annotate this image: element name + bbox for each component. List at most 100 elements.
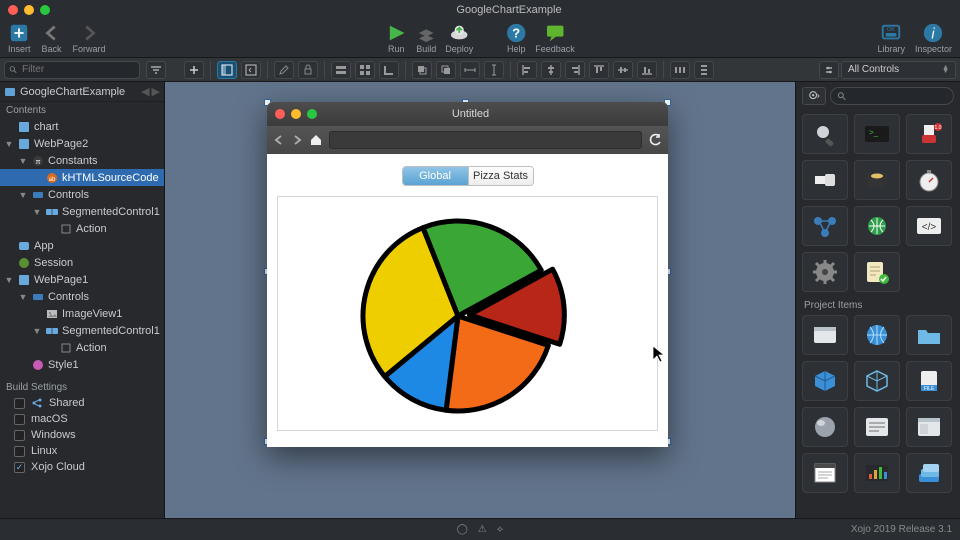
- feedback-button[interactable]: Feedback: [535, 22, 575, 55]
- tree-item-action[interactable]: Action: [0, 339, 164, 356]
- checkbox[interactable]: [14, 414, 25, 425]
- deploy-button[interactable]: Deploy: [445, 22, 473, 55]
- align-top-button[interactable]: [589, 61, 609, 79]
- back-button[interactable]: Back: [41, 22, 63, 55]
- library-search[interactable]: [830, 87, 954, 105]
- disclosure-icon[interactable]: ▼: [18, 292, 28, 302]
- disclosure-icon[interactable]: ▼: [18, 156, 28, 166]
- zoom-icon[interactable]: [307, 109, 317, 119]
- inspector-settings-button[interactable]: [819, 61, 839, 79]
- tree-item-action[interactable]: Action: [0, 220, 164, 237]
- tree-item-segmentedcontrol1[interactable]: ▼SegmentedControl1: [0, 322, 164, 339]
- minimize-icon[interactable]: [24, 5, 34, 15]
- library-item-cube-wire[interactable]: [854, 361, 900, 401]
- layout-grid-button[interactable]: [355, 61, 375, 79]
- checkbox[interactable]: [14, 398, 25, 409]
- checkbox[interactable]: [14, 462, 25, 473]
- align-right-button[interactable]: [565, 61, 585, 79]
- library-item-stopwatch[interactable]: [906, 160, 952, 200]
- layout-rows-button[interactable]: [331, 61, 351, 79]
- tree-item-session[interactable]: Session: [0, 254, 164, 271]
- order-back-button[interactable]: [436, 61, 456, 79]
- address-bar[interactable]: [329, 131, 642, 149]
- tree-item-style1[interactable]: Style1: [0, 356, 164, 373]
- library-item-menu[interactable]: [906, 407, 952, 447]
- tree-item-khtmlsourcecode[interactable]: abkHTMLSourceCode: [0, 169, 164, 186]
- library-item-stack[interactable]: [906, 453, 952, 493]
- build-target-xojo-cloud[interactable]: Xojo Cloud: [0, 459, 164, 475]
- home-icon[interactable]: [309, 133, 323, 147]
- view-layout-button[interactable]: [217, 61, 237, 79]
- tree-item-webpage1[interactable]: ▼WebPage1: [0, 271, 164, 288]
- align-center-h-button[interactable]: [541, 61, 561, 79]
- project-header[interactable]: GoogleChartExample ◀▶: [0, 82, 164, 102]
- build-button[interactable]: Build: [415, 22, 437, 55]
- build-target-windows[interactable]: Windows: [0, 427, 164, 443]
- zoom-icon[interactable]: [40, 5, 50, 15]
- reload-icon[interactable]: [648, 133, 662, 147]
- disclosure-icon[interactable]: ▼: [4, 275, 14, 285]
- layout-corner-button[interactable]: [379, 61, 399, 79]
- forward-button[interactable]: Forward: [73, 22, 106, 55]
- library-item-folder[interactable]: [906, 315, 952, 355]
- close-icon[interactable]: [275, 109, 285, 119]
- segment-global[interactable]: Global: [403, 167, 468, 185]
- nav-back-icon[interactable]: [273, 134, 285, 146]
- tool-lock-button[interactable]: [298, 61, 318, 79]
- library-options-button[interactable]: [802, 87, 826, 105]
- insert-button[interactable]: Insert: [8, 22, 31, 55]
- nav-back-icon[interactable]: ◀: [141, 85, 149, 98]
- filter-input[interactable]: [22, 64, 135, 75]
- nav-fwd-icon[interactable]: ▶: [152, 85, 160, 98]
- preview-window[interactable]: Untitled Global Pizza Stats: [267, 102, 668, 447]
- view-code-button[interactable]: [241, 61, 261, 79]
- library-item-notepad-check[interactable]: [854, 252, 900, 292]
- tree-item-webpage2[interactable]: ▼WebPage2: [0, 135, 164, 152]
- space-v-button[interactable]: [694, 61, 714, 79]
- library-item-file-json[interactable]: FILE: [906, 361, 952, 401]
- library-item-share-nodes[interactable]: [802, 206, 848, 246]
- tree-item-controls[interactable]: ▼Controls: [0, 288, 164, 305]
- checkbox[interactable]: [14, 430, 25, 441]
- fill-height-button[interactable]: [484, 61, 504, 79]
- library-item-form[interactable]: [854, 407, 900, 447]
- nav-forward-icon[interactable]: [291, 134, 303, 146]
- inspector-button[interactable]: i Inspector: [915, 22, 952, 55]
- library-item-cube[interactable]: [802, 361, 848, 401]
- library-item-globe-arrows[interactable]: [854, 206, 900, 246]
- library-item-usb-plug[interactable]: 1.0: [906, 114, 952, 154]
- tree-item-imageview1[interactable]: ImageView1: [0, 305, 164, 322]
- library-item-globe[interactable]: [854, 315, 900, 355]
- checkbox[interactable]: [14, 446, 25, 457]
- add-button[interactable]: [184, 61, 204, 79]
- library-item-terminal[interactable]: >_: [854, 114, 900, 154]
- order-front-button[interactable]: [412, 61, 432, 79]
- help-button[interactable]: ? Help: [505, 22, 527, 55]
- tree-item-app[interactable]: App: [0, 237, 164, 254]
- build-target-macos[interactable]: macOS: [0, 411, 164, 427]
- filter-options-button[interactable]: [146, 61, 166, 79]
- library-item-gear-big[interactable]: [802, 252, 848, 292]
- build-target-linux[interactable]: Linux: [0, 443, 164, 459]
- library-item-chart[interactable]: [854, 453, 900, 493]
- library-item-report[interactable]: [802, 453, 848, 493]
- tree-item-controls[interactable]: ▼Controls: [0, 186, 164, 203]
- library-button[interactable]: OK Library: [877, 22, 905, 55]
- library-item-search-tool[interactable]: [802, 114, 848, 154]
- status-globe-icon[interactable]: ◯: [457, 524, 468, 535]
- project-filter[interactable]: [4, 61, 140, 79]
- segment-pizza-stats[interactable]: Pizza Stats: [468, 167, 533, 185]
- layout-canvas[interactable]: Untitled Global Pizza Stats: [165, 82, 795, 518]
- library-item-window-blank[interactable]: [802, 315, 848, 355]
- run-button[interactable]: Run: [385, 22, 407, 55]
- controls-dropdown[interactable]: All Controls ▲▼: [841, 61, 956, 79]
- library-item-sphere[interactable]: [802, 407, 848, 447]
- align-center-v-button[interactable]: [613, 61, 633, 79]
- tree-item-chart[interactable]: chart: [0, 118, 164, 135]
- disclosure-icon[interactable]: ▼: [32, 207, 42, 217]
- tool-pencil-button[interactable]: [274, 61, 294, 79]
- disclosure-icon[interactable]: ▼: [18, 190, 28, 200]
- tree-item-segmentedcontrol1[interactable]: ▼SegmentedControl1: [0, 203, 164, 220]
- status-warning-icon[interactable]: ⚠: [478, 524, 487, 535]
- library-item-spool[interactable]: [854, 160, 900, 200]
